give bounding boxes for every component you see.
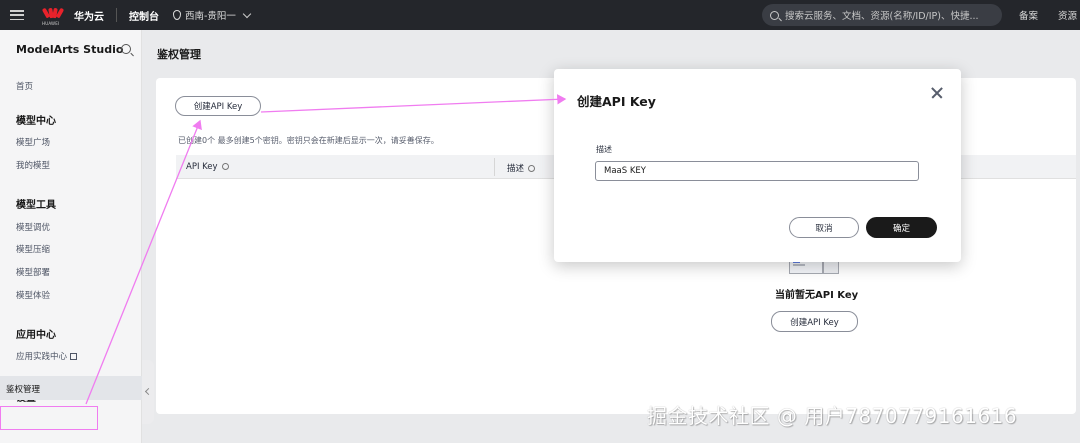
sidebar-item-label: 鉴权管理 [6,385,41,395]
hamburger-menu-icon[interactable] [10,10,24,20]
sidebar-item-model-plaza[interactable]: 模型广场 [16,136,50,148]
region-label: 西南-贵阳一 [185,11,236,22]
region-selector[interactable]: 西南-贵阳一 [173,8,252,22]
sidebar-item-label: 应用实践中心 [16,352,68,362]
column-label: 描述 [507,164,525,174]
empty-create-api-key-button[interactable]: 创建API Key [771,311,858,332]
close-icon[interactable] [930,86,944,100]
divider [116,8,117,22]
description-label: 描述 [596,145,612,154]
sidebar-group-app-center: 应用中心 [16,330,56,341]
external-link-icon [70,353,78,360]
sidebar-item-model-compression[interactable]: 模型压缩 [16,243,50,255]
sidebar-item-model-experience[interactable]: 模型体验 [16,289,50,301]
dialog-title: 创建API Key [577,94,656,109]
search-placeholder: 搜索云服务、文档、资源(名称/ID/IP)、快捷... [785,11,979,22]
sidebar-item-home[interactable]: 首页 [16,80,33,92]
watermark: 掘金技术社区 @ 用户7870779161616 [647,404,1018,428]
page-title: 鉴权管理 [157,48,201,61]
global-search-input[interactable]: 搜索云服务、文档、资源(名称/ID/IP)、快捷... [762,4,1002,26]
chevron-down-icon [242,9,252,18]
resources-link[interactable]: 资源 [1058,8,1077,22]
console-link[interactable]: 控制台 [129,8,159,23]
cancel-button[interactable]: 取消 [789,217,859,238]
column-header-description[interactable]: 描述 [507,162,536,174]
huawei-logo-icon: HUAWEI [41,7,65,26]
sidebar-item-app-practice-center[interactable]: 应用实践中心 [16,350,78,362]
sidebar-group-model-center: 模型中心 [16,116,56,127]
brand-name[interactable]: 华为云 [74,8,104,23]
confirm-button[interactable]: 确定 [866,217,937,238]
filter-icon[interactable] [528,165,536,172]
column-label: API Key [186,162,218,172]
description-input[interactable]: MaaS KEY [595,161,919,181]
sidebar-item-my-models[interactable]: 我的模型 [16,159,50,171]
filing-link[interactable]: 备案 [1019,8,1038,22]
create-api-key-button[interactable]: 创建API Key [175,96,261,116]
huawei-logo[interactable]: HUAWEI [41,7,65,26]
annotation-highlight-box [0,406,98,430]
sidebar-group-model-tools: 模型工具 [16,200,56,211]
top-navigation-bar: HUAWEI 华为云 控制台 西南-贵阳一 搜索云服务、文档、资源(名称/ID/… [0,0,1080,30]
api-key-hint: 已创建0个 最多创建5个密钥。密钥只会在新建后显示一次，请妥善保存。 [178,136,439,145]
column-header-api-key[interactable]: API Key [186,162,229,172]
location-pin-icon [173,10,181,20]
huawei-logo-text: HUAWEI [42,21,60,26]
column-divider [494,158,495,176]
sidebar-title: ModelArts Studio [16,43,124,56]
search-icon[interactable] [121,44,131,54]
search-icon [770,10,779,20]
sidebar-item-model-deploy[interactable]: 模型部署 [16,266,50,278]
sidebar-item-model-tuning[interactable]: 模型调优 [16,221,50,233]
filter-icon[interactable] [221,163,229,170]
empty-state-text: 当前暂无API Key [775,290,859,301]
